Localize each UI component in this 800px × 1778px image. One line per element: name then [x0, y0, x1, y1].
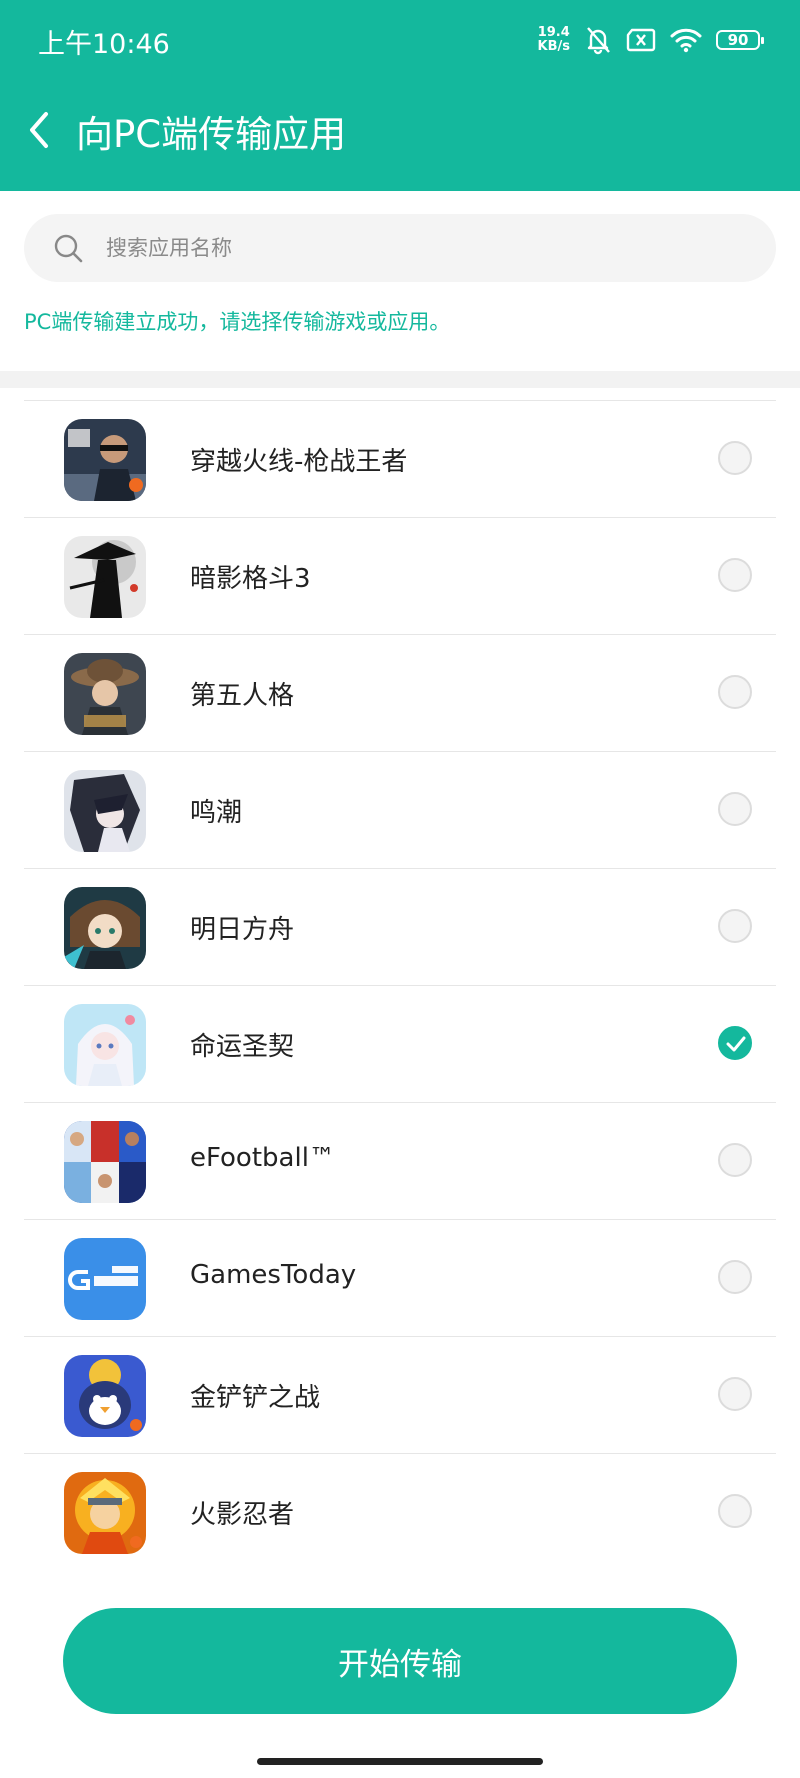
app-row[interactable]: GamesToday: [24, 1219, 776, 1336]
app-row[interactable]: 火影忍者: [24, 1453, 776, 1570]
app-name: 金铲铲之战: [190, 1383, 321, 1413]
app-name: eFootball™: [190, 1143, 335, 1173]
select-radio[interactable]: [718, 792, 752, 826]
app-icon-gamestoday: [64, 1238, 146, 1320]
app-row[interactable]: 暗影格斗3: [24, 517, 776, 634]
app-icon-naruto: [64, 1472, 146, 1554]
search-input[interactable]: [106, 214, 746, 282]
app-name: 暗影格斗3: [190, 564, 311, 594]
home-indicator[interactable]: [257, 1758, 543, 1765]
app-icon-arknights: [64, 887, 146, 969]
app-name: 明日方舟: [190, 915, 295, 945]
select-radio[interactable]: [718, 1260, 752, 1294]
search-bar[interactable]: [24, 214, 776, 282]
app-icon-identity-v: [64, 653, 146, 735]
mute-bell-icon: [587, 27, 610, 55]
select-radio[interactable]: [718, 909, 752, 943]
app-icon-efootball: [64, 1121, 146, 1203]
net-speed-unit: KB/s: [537, 39, 570, 54]
battery-icon: 90: [716, 30, 764, 50]
app-icon-shadow-fight: [64, 536, 146, 618]
check-icon: [726, 1036, 746, 1052]
select-radio[interactable]: [718, 675, 752, 709]
select-radio-checked[interactable]: [718, 1026, 752, 1060]
select-radio[interactable]: [718, 441, 752, 475]
app-row[interactable]: 金铲铲之战: [24, 1336, 776, 1453]
app-name: 鸣潮: [190, 798, 243, 828]
app-name: 命运圣契: [190, 1032, 295, 1062]
select-radio[interactable]: [718, 1494, 752, 1528]
net-speed-value: 19.4: [537, 25, 570, 40]
app-icon-tft: [64, 1355, 146, 1437]
app-icon-wuthering-waves: [64, 770, 146, 852]
app-row[interactable]: 第五人格: [24, 634, 776, 751]
app-name: 第五人格: [190, 681, 295, 711]
app-row[interactable]: eFootball™: [24, 1102, 776, 1219]
select-radio[interactable]: [718, 1377, 752, 1411]
app-header: 上午10:46 19.4 KB/s 90 向PC端传输应用: [0, 0, 800, 191]
app-name: 穿越火线-枪战王者: [190, 447, 408, 477]
start-transfer-button[interactable]: 开始传输: [63, 1608, 737, 1714]
net-speed: 19.4 KB/s: [538, 26, 570, 54]
app-name: GamesToday: [190, 1260, 357, 1290]
section-divider: [0, 371, 800, 388]
app-name: 火影忍者: [190, 1500, 295, 1530]
app-icon-destiny-covenant: [64, 1004, 146, 1086]
app-row[interactable]: 鸣潮: [24, 751, 776, 868]
app-list: 穿越火线-枪战王者 暗影格斗3 第五人格 鸣潮 明日方舟 命运圣契 eFootb…: [24, 400, 776, 1570]
no-sim-icon: [626, 28, 656, 52]
status-hint: PC端传输建立成功，请选择传输游戏或应用。: [24, 310, 451, 334]
app-row[interactable]: 命运圣契: [24, 985, 776, 1102]
status-time: 上午10:46: [38, 29, 170, 60]
page-title: 向PC端传输应用: [76, 113, 347, 156]
app-row[interactable]: 穿越火线-枪战王者: [24, 400, 776, 517]
search-icon: [54, 234, 83, 263]
wifi-icon: [670, 28, 702, 53]
app-row[interactable]: 明日方舟: [24, 868, 776, 985]
chevron-left-icon[interactable]: [24, 108, 54, 152]
select-radio[interactable]: [718, 558, 752, 592]
app-icon-crossfire: [64, 419, 146, 501]
status-icons: 19.4 KB/s 90: [538, 22, 764, 58]
select-radio[interactable]: [718, 1143, 752, 1177]
